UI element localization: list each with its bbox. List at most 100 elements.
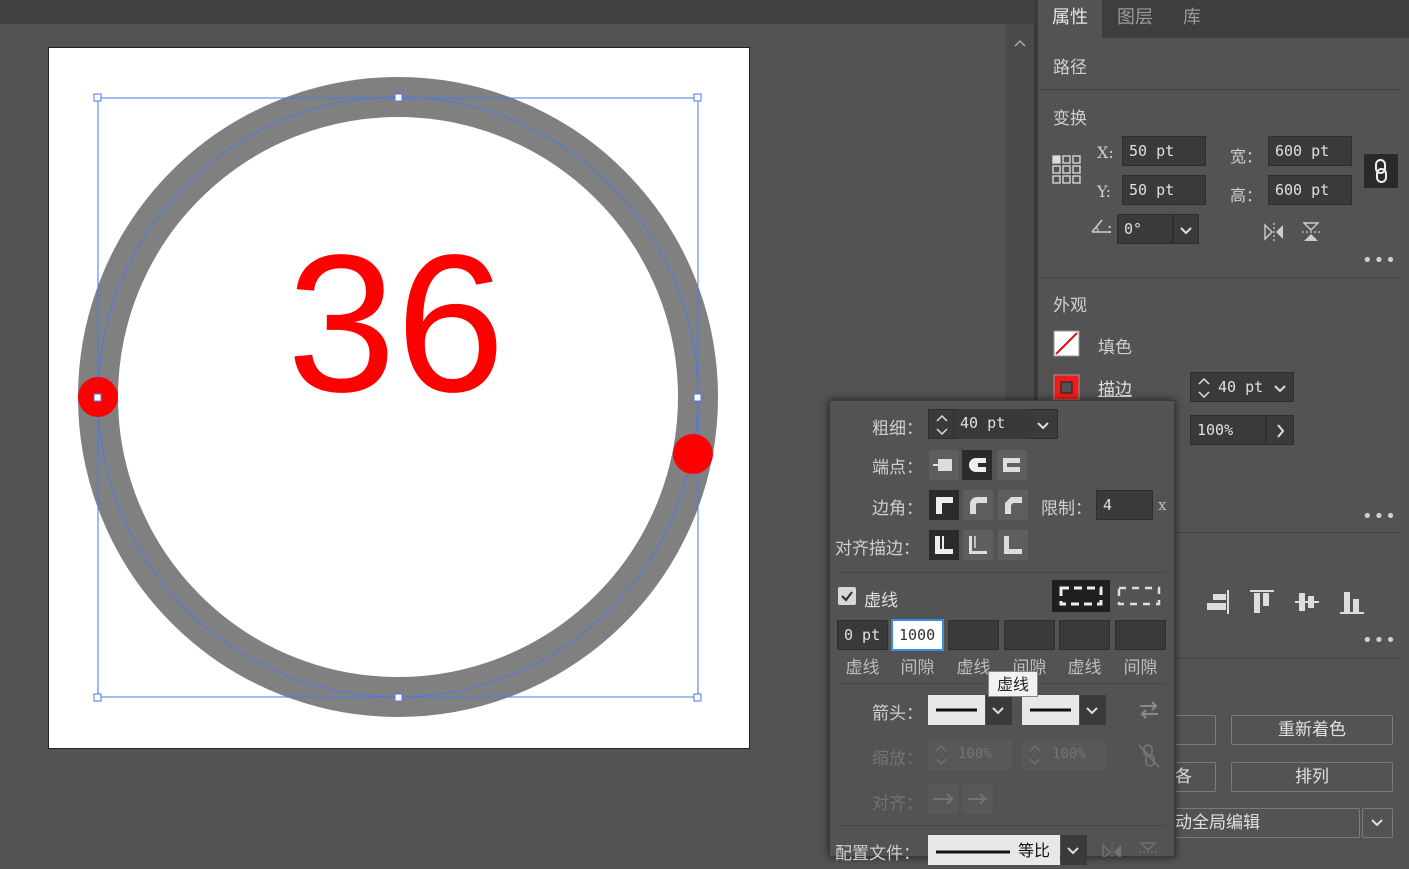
round-join-button[interactable] <box>963 490 993 520</box>
chevron-down-icon[interactable] <box>1269 373 1293 403</box>
align-dash-button[interactable] <box>1112 580 1166 612</box>
height-field[interactable]: 600 pt <box>1268 175 1352 205</box>
gap-3-field[interactable] <box>1115 620 1166 650</box>
global-edit-button[interactable]: 动全局编辑 <box>1170 808 1360 838</box>
end-arrow-select[interactable] <box>1022 695 1079 725</box>
stepper-icon[interactable] <box>931 410 953 440</box>
swap-arrows-icon[interactable] <box>1136 698 1162 722</box>
appearance-title: 外观 <box>1053 296 1087 316</box>
unlink-scale-icon <box>1138 744 1160 768</box>
butt-cap-icon <box>933 459 952 471</box>
width-field[interactable]: 600 pt <box>1268 136 1352 166</box>
dash-1-label: 虚线 <box>845 658 880 678</box>
gap-1-field[interactable]: 1000 <box>892 620 943 650</box>
align-right-icon[interactable] <box>1203 588 1231 616</box>
stroke-weight-value[interactable]: 40 pt <box>1218 373 1268 401</box>
align-inside-stroke-button[interactable] <box>963 530 993 560</box>
dashed-label[interactable]: 虚线 <box>864 586 898 611</box>
recolor-button[interactable]: 重新着色 <box>1231 715 1393 745</box>
chevron-down-icon[interactable] <box>1031 410 1057 440</box>
start-scale-value: 100% <box>958 746 992 762</box>
projecting-cap-icon <box>1003 458 1020 472</box>
handle-top-center <box>394 93 403 102</box>
flip-horizontal-icon[interactable] <box>1262 220 1286 244</box>
transform-more-icon[interactable]: ••• <box>1362 250 1397 271</box>
dash-tooltip: 虚线 <box>988 671 1038 697</box>
number-text[interactable]: 36 <box>287 214 505 433</box>
start-arrow-select[interactable] <box>928 695 985 725</box>
chevron-down-icon <box>1086 707 1098 715</box>
profile-dropdown[interactable] <box>1061 835 1087 865</box>
arrow-tip-end-button <box>963 784 993 814</box>
tab-layers[interactable]: 图层 <box>1104 0 1166 38</box>
end-scale-control: 100% <box>1022 740 1106 770</box>
scroll-up-icon[interactable] <box>1006 30 1034 60</box>
align-outside-stroke-button[interactable] <box>998 530 1028 560</box>
handle-bottom-right <box>693 693 702 702</box>
angle-field[interactable]: 0° <box>1117 214 1173 244</box>
angle-dropdown[interactable] <box>1173 214 1199 244</box>
flip-across-icon <box>1139 842 1157 853</box>
stepper-icon[interactable] <box>1193 373 1215 403</box>
constrain-proportions-button[interactable] <box>1364 154 1398 188</box>
stroke-swatch-icon[interactable] <box>1053 374 1080 401</box>
weight-value[interactable]: 40 pt <box>953 409 1029 439</box>
dash-1-field[interactable]: 0 pt <box>837 620 888 650</box>
profile-select[interactable]: 等比 <box>928 835 1060 865</box>
dash-align-icon <box>1117 586 1161 606</box>
fill-label: 填色 <box>1098 338 1132 358</box>
dashed-checkbox[interactable] <box>837 586 857 606</box>
global-edit-dropdown[interactable] <box>1362 808 1393 838</box>
dash-3-field[interactable] <box>1059 620 1110 650</box>
limit-field[interactable]: 4 <box>1096 490 1153 520</box>
weight-control[interactable]: 40 pt <box>928 409 1058 439</box>
fill-none-swatch-icon[interactable] <box>1053 330 1080 357</box>
artboard[interactable]: 36 <box>48 47 750 749</box>
bevel-join-button[interactable] <box>998 490 1028 520</box>
opacity-expand-button[interactable] <box>1266 415 1294 445</box>
align-vertical-center-icon[interactable] <box>1293 588 1321 616</box>
canvas-top-bar <box>0 0 1034 24</box>
angle-colon: : <box>1107 218 1113 237</box>
align-stroke-center-icon <box>935 536 953 554</box>
align-top-icon[interactable] <box>1248 588 1276 616</box>
artwork[interactable]: 36 <box>49 48 749 748</box>
y-field[interactable]: 50 pt <box>1122 175 1206 205</box>
cap-label: 端点： <box>872 458 923 478</box>
reference-point-icon[interactable] <box>1052 155 1082 185</box>
flip-vertical-icon[interactable] <box>1299 220 1323 244</box>
dash-2-field[interactable] <box>948 620 999 650</box>
appearance-more-icon[interactable]: ••• <box>1362 506 1397 527</box>
projecting-cap-button[interactable] <box>997 450 1027 480</box>
align-more-icon[interactable]: ••• <box>1362 630 1397 651</box>
align-bottom-icon[interactable] <box>1338 588 1366 616</box>
align-center-stroke-button[interactable] <box>929 530 959 560</box>
chevron-down-icon <box>992 707 1004 715</box>
divider <box>1040 89 1400 90</box>
partial-button-1[interactable] <box>1170 715 1216 745</box>
arrow-tip-beyond-button <box>928 784 958 814</box>
red-dot-right[interactable] <box>673 434 713 474</box>
gap-2-field[interactable] <box>1004 620 1055 650</box>
end-arrow-dropdown[interactable] <box>1080 695 1106 725</box>
divider <box>837 572 1167 573</box>
miter-join-button[interactable] <box>929 490 959 520</box>
stroke-label-link[interactable]: 描边 <box>1098 375 1132 400</box>
tab-libraries[interactable]: 库 <box>1166 0 1218 38</box>
start-arrow-dropdown[interactable] <box>986 695 1012 725</box>
stroke-weight-control[interactable]: 40 pt <box>1190 372 1294 402</box>
uniform-profile-icon <box>936 850 1010 854</box>
round-cap-button[interactable] <box>962 450 992 480</box>
butt-cap-button[interactable] <box>929 450 959 480</box>
tab-properties[interactable]: 属性 <box>1038 0 1102 38</box>
x-field[interactable]: 50 pt <box>1122 136 1206 166</box>
bevel-join-icon <box>1005 497 1022 514</box>
start-scale-control: 100% <box>928 740 1012 770</box>
align-stroke-outside-icon <box>1004 536 1022 554</box>
partial-button-2[interactable]: 各 <box>1170 762 1216 792</box>
preserve-dash-button[interactable] <box>1052 580 1110 612</box>
divider <box>1040 277 1400 278</box>
arrange-button[interactable]: 排列 <box>1231 762 1393 792</box>
opacity-field[interactable]: 100% <box>1190 415 1266 445</box>
stepper-icon <box>1029 744 1041 766</box>
